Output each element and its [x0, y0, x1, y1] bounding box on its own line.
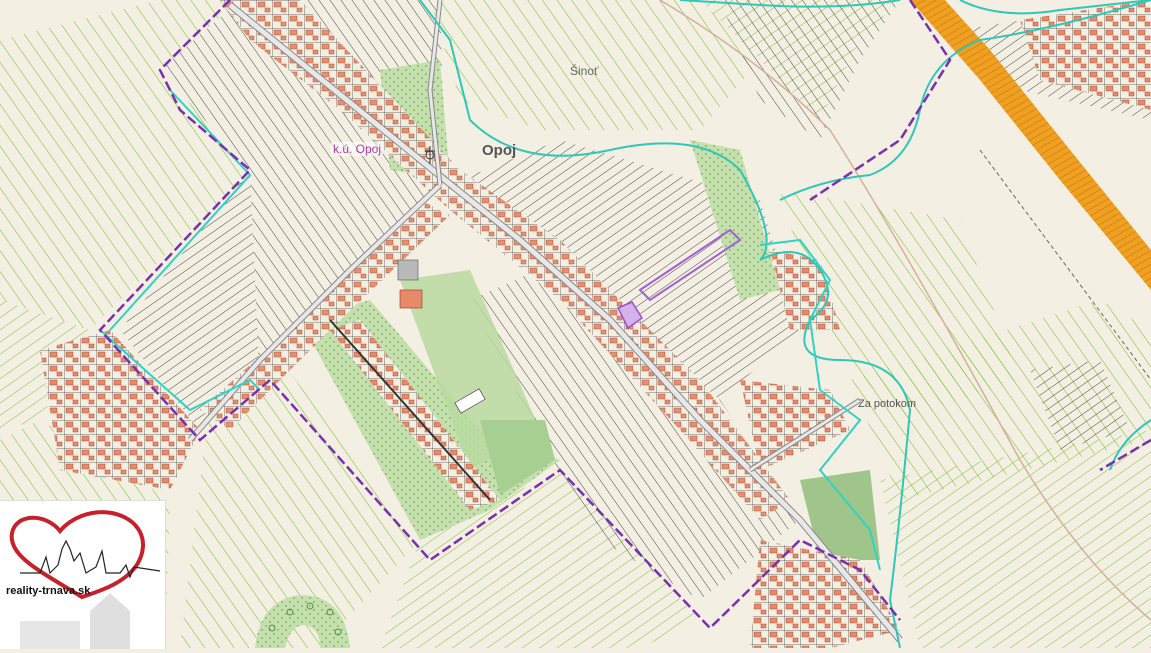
faded-church-watermark: [20, 593, 130, 649]
heart-skyline-logo-icon: [9, 510, 161, 649]
village-name-label: Opoj: [482, 142, 517, 159]
logo-watermark: reality-trnava.sk: [0, 500, 166, 649]
logo-text: reality-trnava.sk: [6, 585, 91, 597]
locality-east-label: Za potokom: [858, 398, 917, 410]
cadastral-area-label: k.ú. Opoj: [331, 142, 384, 156]
cadastral-map[interactable]: [0, 0, 1151, 648]
locality-north-label: Šinoť: [570, 64, 599, 78]
